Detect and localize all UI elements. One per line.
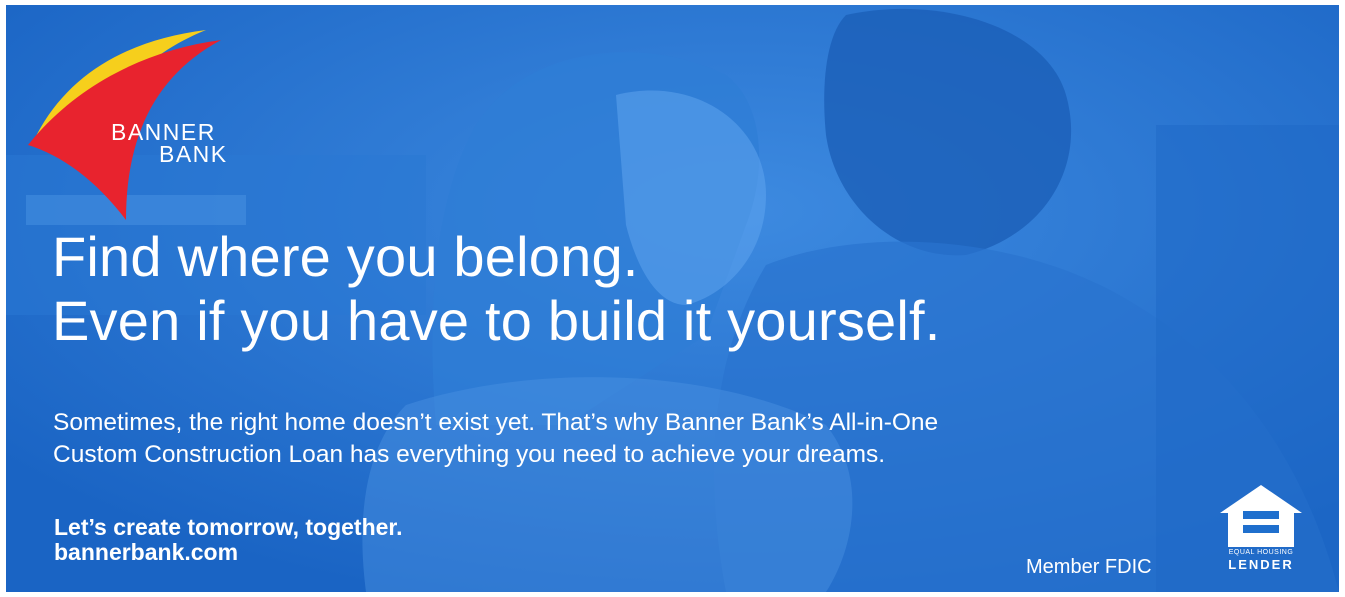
member-fdic-text: Member FDIC (1026, 556, 1152, 578)
equal-housing-lender-icon (1220, 485, 1302, 547)
headline-line-2: Even if you have to build it yourself. (52, 289, 941, 352)
headline-line-1: Find where you belong. (52, 225, 639, 288)
equal-housing-lender-badge: EQUAL HOUSING LENDER (1216, 483, 1306, 581)
body-copy-line-1: Sometimes, the right home doesn’t exist … (53, 409, 939, 436)
body-copy-line-2: Custom Construction Loan has everything … (53, 441, 886, 468)
equal-housing-small-text: EQUAL HOUSING (1228, 549, 1294, 556)
footer-tagline-block: Let’s create tomorrow, together. bannerb… (54, 515, 654, 565)
tagline: Let’s create tomorrow, together. (54, 514, 403, 540)
website-link[interactable]: bannerbank.com (54, 540, 654, 565)
lender-text: LENDER (1228, 557, 1294, 572)
logo-text-banner: BANNER (111, 119, 216, 145)
ad-banner: BANNER BANK Find where you belong. Even … (6, 5, 1339, 592)
body-copy: Sometimes, the right home doesn’t exist … (53, 407, 1293, 471)
headline: Find where you belong. Even if you have … (52, 225, 1302, 353)
logo-text-bank: BANK (159, 141, 228, 167)
